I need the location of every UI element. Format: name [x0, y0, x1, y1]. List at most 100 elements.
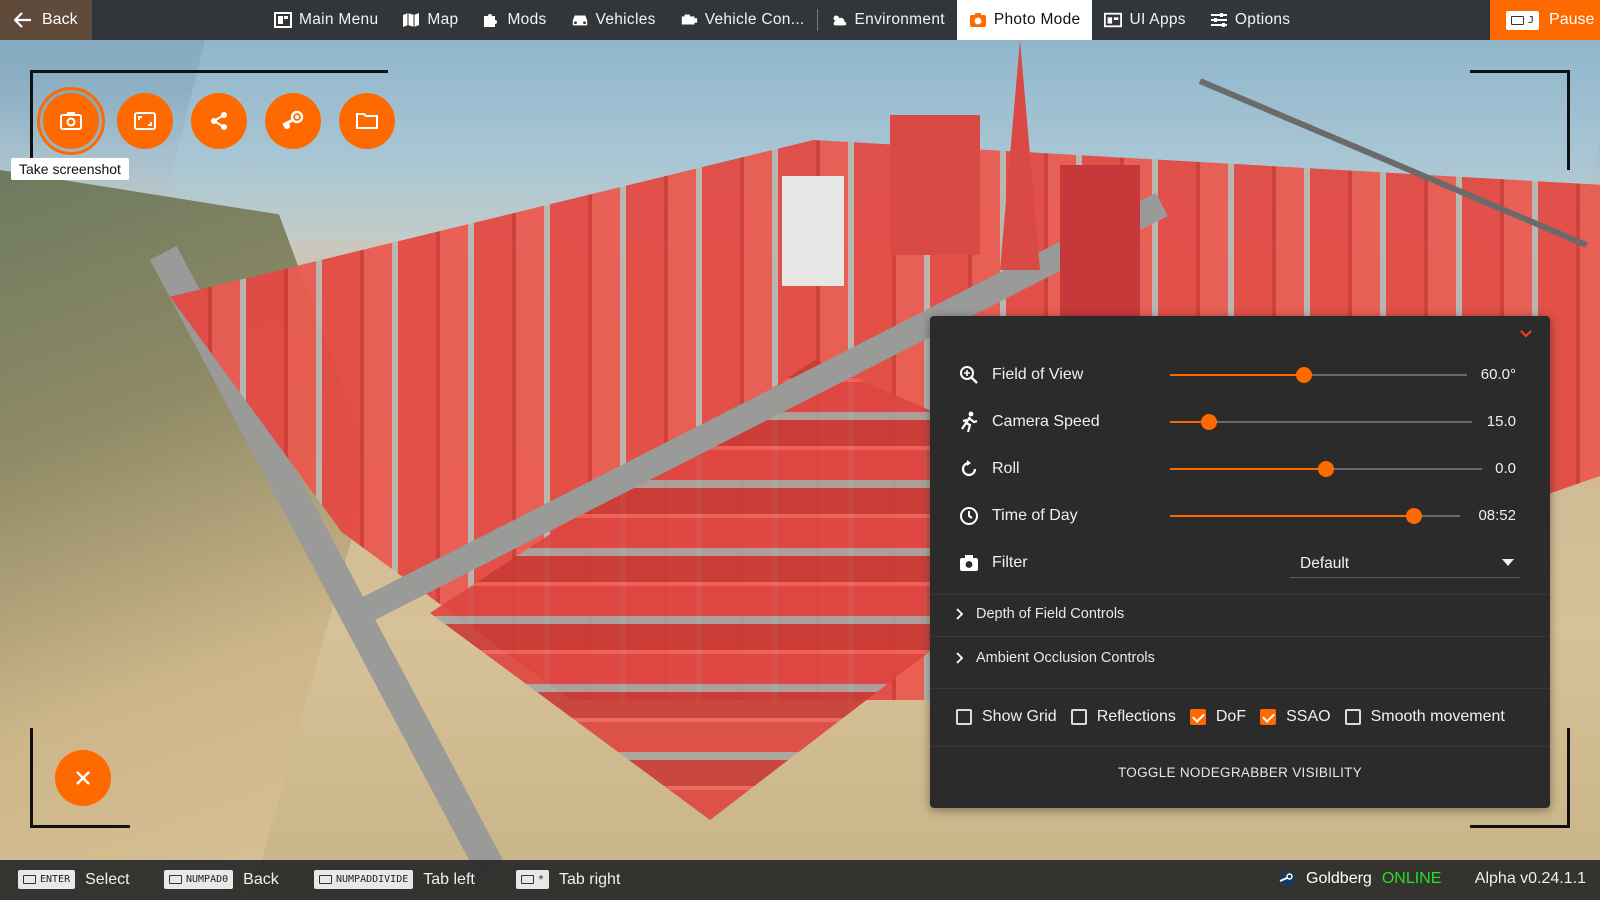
tab-ui-apps[interactable]: UI Apps: [1092, 0, 1197, 40]
close-button[interactable]: [55, 750, 111, 806]
vehicle-config-icon: [680, 12, 698, 28]
bottom-hint-bar: ENTER Select NUMPAD0 Back NUMPADDIVIDE T…: [0, 860, 1600, 900]
keyboard-key-icon: *: [516, 870, 550, 889]
camera-speed-value: 15.0: [1486, 413, 1516, 430]
share-button[interactable]: [191, 93, 247, 149]
steam-button[interactable]: [265, 93, 321, 149]
take-screenshot-button[interactable]: [37, 87, 105, 155]
keyboard-key-icon: NUMPADDIVIDE: [314, 870, 414, 889]
pause-button[interactable]: J Pause: [1490, 0, 1600, 40]
tab-environment[interactable]: Environment: [818, 0, 957, 40]
map-icon: [402, 12, 420, 28]
nav-tabs: Main Menu Map Mods Vehicles Vehicle Con.…: [262, 0, 1302, 40]
reflections-checkbox[interactable]: Reflections: [1070, 708, 1176, 726]
chevron-right-icon: [956, 652, 964, 664]
filter-value: Default: [1300, 554, 1350, 572]
zoom-icon: [958, 364, 980, 386]
dropdown-arrow-icon: [1502, 558, 1514, 566]
roll-value: 0.0: [1495, 460, 1516, 477]
checkbox-label: Reflections: [1096, 708, 1176, 725]
open-folder-button[interactable]: [339, 93, 395, 149]
chevron-right-icon: [956, 608, 964, 620]
time-of-day-row: Time of Day 08:52: [930, 492, 1550, 539]
sliders-icon: [1210, 12, 1228, 28]
arrow-left-icon: [14, 12, 31, 28]
hint-tab-right: * Tab right: [516, 870, 620, 889]
checkbox-label: Smooth movement: [1370, 708, 1505, 725]
rotate-icon: [958, 458, 980, 480]
tab-label: Map: [427, 11, 459, 28]
skyscraper: [890, 115, 980, 255]
field-of-view-value: 60.0°: [1480, 366, 1516, 383]
hint-label: Tab right: [559, 870, 621, 888]
online-status: ONLINE: [1381, 870, 1442, 887]
checkbox-box: [1189, 709, 1206, 725]
hint-label: Select: [85, 870, 130, 888]
expander-label: Depth of Field Controls: [976, 606, 1125, 622]
roll-slider[interactable]: [1170, 459, 1482, 479]
show-grid-checkbox[interactable]: Show Grid: [956, 708, 1057, 726]
divider: [930, 688, 1550, 689]
tab-label: Vehicles: [595, 11, 656, 28]
tooltip: Take screenshot: [11, 158, 129, 180]
keyboard-key-icon: NUMPAD0: [164, 870, 234, 889]
keyboard-icon: J: [1506, 10, 1540, 30]
time-of-day-slider[interactable]: [1170, 506, 1460, 526]
hint-label: Back: [243, 870, 279, 888]
tab-map[interactable]: Map: [390, 0, 470, 40]
checkbox-label: Show Grid: [982, 708, 1057, 725]
dof-checkbox[interactable]: DoF: [1189, 708, 1246, 726]
field-of-view-slider[interactable]: [1170, 365, 1467, 385]
smooth-movement-checkbox[interactable]: Smooth movement: [1344, 708, 1505, 726]
tab-label: Environment: [854, 11, 945, 28]
roll-label: Roll: [992, 459, 1020, 477]
back-button[interactable]: Back: [0, 0, 92, 40]
steam-icon: [1279, 871, 1295, 887]
filter-label: Filter: [992, 553, 1028, 571]
ssao-checkbox[interactable]: SSAO: [1260, 708, 1331, 726]
share-icon: [211, 112, 227, 130]
camera-speed-label: Camera Speed: [992, 412, 1100, 430]
toggle-nodegrabber-button[interactable]: TOGGLE NODEGRABBER VISIBILITY: [930, 750, 1550, 794]
tab-main-menu[interactable]: Main Menu: [262, 0, 390, 40]
tab-options[interactable]: Options: [1198, 0, 1303, 40]
chevron-down-icon[interactable]: [1518, 326, 1534, 342]
user-status: Goldberg ONLINE: [1278, 870, 1441, 888]
viewfinder-corner-top-right: [1470, 70, 1570, 170]
username: Goldberg: [1306, 870, 1372, 887]
slider-thumb[interactable]: [1318, 460, 1334, 477]
tab-label: Options: [1234, 11, 1291, 28]
filter-select[interactable]: Default: [1290, 548, 1520, 578]
camera-speed-slider[interactable]: [1170, 412, 1472, 432]
hint-label: Tab left: [423, 870, 475, 888]
slider-thumb[interactable]: [1201, 413, 1218, 430]
skyscraper: [1060, 165, 1140, 335]
close-icon: [76, 771, 90, 785]
back-label: Back: [42, 11, 78, 28]
tab-mods[interactable]: Mods: [470, 0, 558, 40]
tab-photo-mode[interactable]: Photo Mode: [956, 0, 1093, 40]
tab-vehicle-config[interactable]: Vehicle Con...: [668, 0, 817, 40]
puzzle-icon: [482, 12, 500, 28]
skyscraper: [782, 176, 844, 286]
frame-icon: [134, 112, 156, 130]
ambient-occlusion-expander[interactable]: Ambient Occlusion Controls: [930, 640, 1550, 676]
camera-icon: [958, 552, 980, 574]
checkbox-box: [1260, 709, 1277, 725]
main-menu-icon: [274, 12, 292, 28]
slider-thumb[interactable]: [1295, 366, 1312, 383]
roll-row: Roll 0.0: [930, 445, 1550, 492]
tab-label: Mods: [507, 11, 547, 28]
hint-back: NUMPAD0 Back: [164, 870, 279, 889]
depth-of-field-expander[interactable]: Depth of Field Controls: [930, 596, 1550, 632]
tab-vehicles[interactable]: Vehicles: [559, 0, 668, 40]
steam-icon: [282, 110, 304, 129]
ui-apps-icon: [1104, 12, 1123, 28]
field-of-view-label: Field of View: [992, 365, 1084, 383]
keyboard-key-icon: ENTER: [18, 870, 76, 889]
checkbox-box: [1344, 709, 1361, 725]
slider-thumb[interactable]: [1405, 507, 1422, 524]
checkbox-box: [1070, 709, 1087, 725]
frame-button[interactable]: [117, 93, 173, 149]
folder-icon: [356, 113, 378, 129]
